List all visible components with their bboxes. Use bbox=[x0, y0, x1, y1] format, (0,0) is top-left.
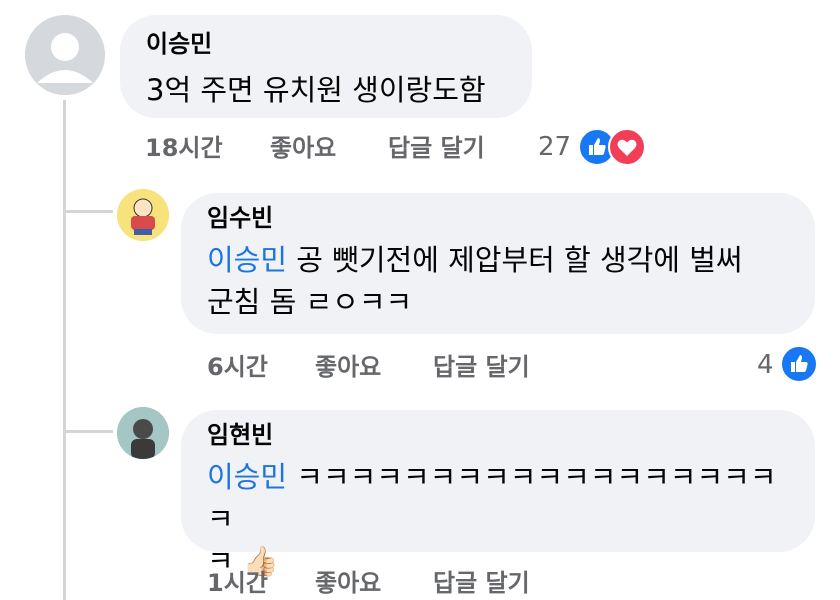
avatar[interactable] bbox=[117, 407, 169, 459]
mention-link[interactable]: 이승민 bbox=[207, 243, 287, 277]
comment-time: 6시간 bbox=[207, 353, 268, 381]
comment-text: 이승민 공 뺏기전에 제압부터 할 생각에 벌써 bbox=[207, 239, 789, 281]
comment-time: 1시간 bbox=[207, 569, 268, 597]
reply-button[interactable]: 답글 달기 bbox=[433, 352, 530, 382]
cartoon-avatar-icon bbox=[117, 189, 169, 241]
default-avatar-icon bbox=[25, 15, 105, 95]
comment-actions: 1시간 좋아요 답글 달기 bbox=[207, 568, 587, 598]
comment-text-line: 공 뺏기전에 제압부터 할 생각에 벌써 bbox=[287, 243, 743, 277]
reaction-count[interactable]: 27 bbox=[538, 132, 571, 162]
comment-author[interactable]: 이승민 bbox=[146, 29, 506, 59]
photo-avatar-icon bbox=[117, 407, 169, 459]
comment-text: 이승민 ㅋㅋㅋㅋㅋㅋㅋㅋㅋㅋㅋㅋㅋㅋㅋㅋㅋㅋㅋ bbox=[207, 456, 789, 540]
comment-text-line: 군침 돔 ㄹㅇㅋㅋ bbox=[207, 285, 413, 319]
thread-branch bbox=[63, 430, 113, 433]
like-icon bbox=[780, 345, 818, 383]
comment-time: 18시간 bbox=[145, 134, 223, 162]
thread-branch bbox=[63, 210, 113, 213]
avatar[interactable] bbox=[117, 189, 169, 241]
comment-actions: 18시간 좋아요 답글 달기 bbox=[145, 133, 525, 163]
like-button[interactable]: 좋아요 bbox=[270, 133, 336, 163]
thread-line bbox=[63, 100, 66, 600]
comment-bubble: 임현빈 이승민 ㅋㅋㅋㅋㅋㅋㅋㅋㅋㅋㅋㅋㅋㅋㅋㅋㅋㅋㅋ ㅋ 👍🏻 bbox=[181, 410, 815, 578]
avatar[interactable] bbox=[25, 15, 105, 95]
comment-text: 3억 주면 유치원 생이랑도함 bbox=[146, 73, 486, 107]
love-icon bbox=[608, 128, 646, 166]
comment-author[interactable]: 임수빈 bbox=[207, 203, 789, 233]
reply-button[interactable]: 답글 달기 bbox=[433, 568, 530, 598]
reply-button[interactable]: 답글 달기 bbox=[388, 133, 485, 163]
mention-link[interactable]: 이승민 bbox=[207, 460, 287, 494]
comment-actions: 6시간 좋아요 답글 달기 bbox=[207, 352, 587, 382]
like-button[interactable]: 좋아요 bbox=[315, 568, 381, 598]
comment-bubble: 임수빈 이승민 공 뺏기전에 제압부터 할 생각에 벌써 군침 돔 ㄹㅇㅋㅋ bbox=[181, 193, 815, 334]
comment-text-line: ㅋㅋㅋㅋㅋㅋㅋㅋㅋㅋㅋㅋㅋㅋㅋㅋㅋㅋㅋ bbox=[207, 460, 777, 536]
comment-author[interactable]: 임현빈 bbox=[207, 420, 789, 450]
reaction-count[interactable]: 4 bbox=[757, 350, 774, 380]
like-button[interactable]: 좋아요 bbox=[315, 352, 381, 382]
comment-bubble: 이승민 3억 주면 유치원 생이랑도함 bbox=[120, 15, 532, 118]
